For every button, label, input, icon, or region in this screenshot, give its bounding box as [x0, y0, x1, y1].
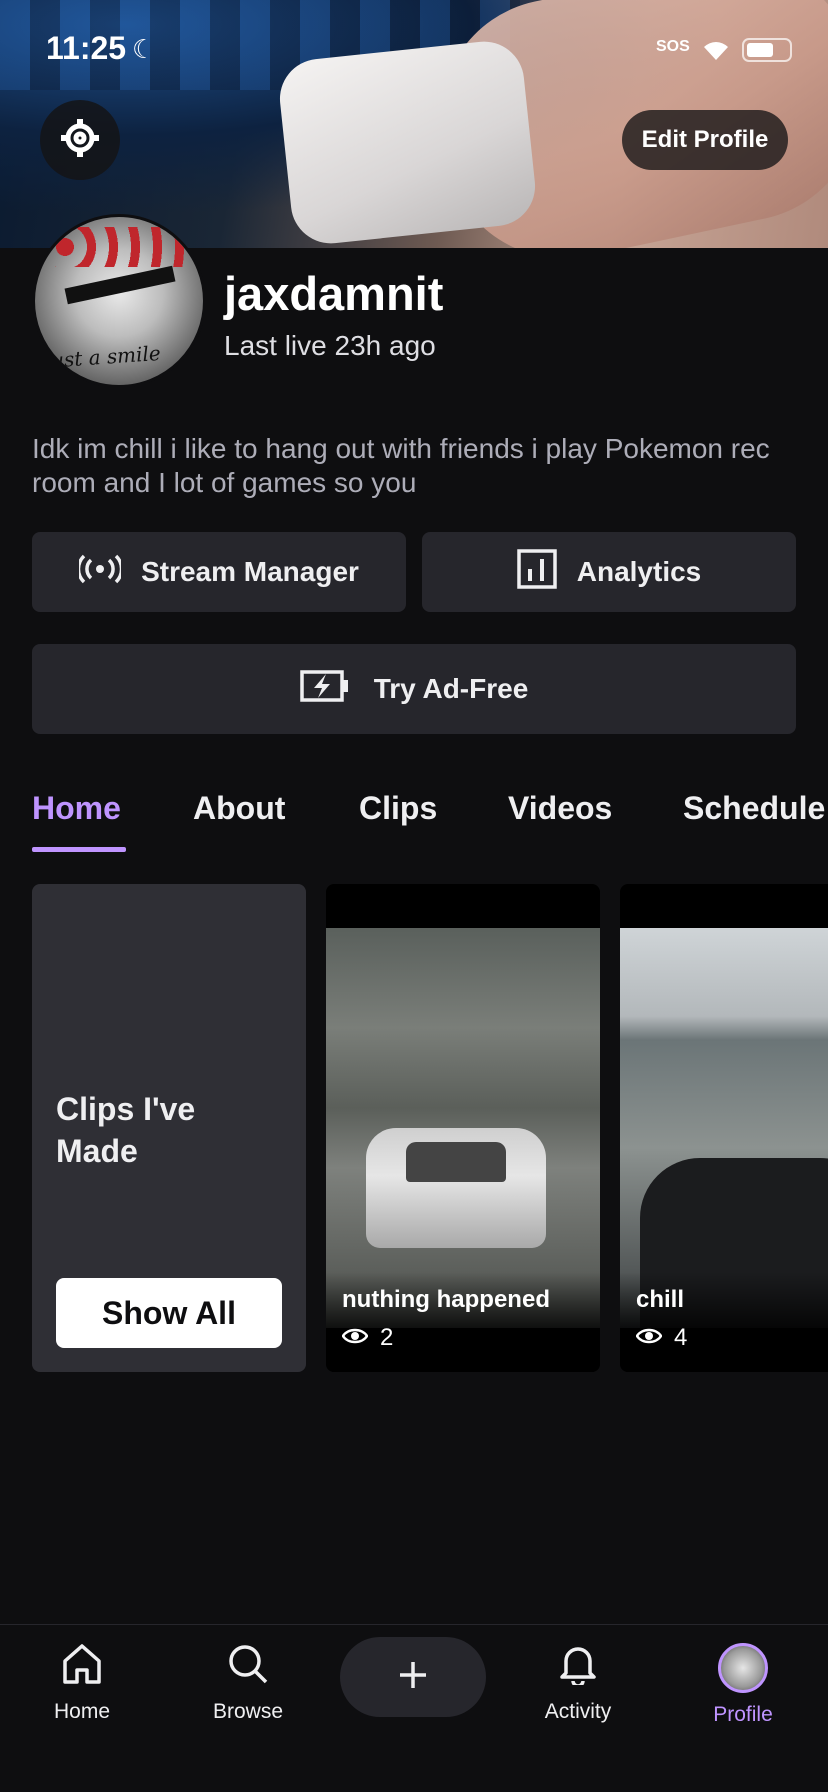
nav-activity[interactable]: Activity	[518, 1643, 638, 1724]
clip-thumbnail	[620, 928, 828, 1328]
profile-bio: Idk im chill i like to hang out with fri…	[32, 433, 770, 498]
clip-views: 2	[341, 1324, 394, 1352]
stream-manager-label: Stream Manager	[141, 556, 359, 587]
clips-carousel[interactable]: Clips I've Made Show All nuthing happene…	[0, 884, 828, 1372]
nav-home[interactable]: Home	[22, 1643, 142, 1724]
show-all-button[interactable]: Show All	[56, 1278, 282, 1348]
nav-home-label: Home	[53, 1700, 111, 1723]
tab-home[interactable]: Home	[32, 790, 121, 827]
nav-profile[interactable]: Profile	[683, 1643, 803, 1727]
wifi-icon	[700, 36, 732, 67]
tab-videos[interactable]: Videos	[508, 790, 612, 827]
search-icon	[227, 1645, 269, 1689]
analytics-button[interactable]: Analytics	[422, 532, 796, 612]
clip-thumbnail	[326, 928, 600, 1328]
analytics-label: Analytics	[576, 556, 702, 587]
try-ad-free-label: Try Ad-Free	[373, 673, 529, 704]
status-time: 11:25	[46, 30, 127, 66]
sos-indicator: SOS	[656, 38, 690, 55]
battery-bolt-icon	[299, 668, 350, 711]
plus-icon	[397, 1659, 429, 1696]
clip-view-count: 4	[674, 1324, 688, 1351]
battery-icon	[742, 38, 792, 62]
clip-title: nuthing happened	[342, 1286, 550, 1313]
avatar-caption: Just a smile	[42, 340, 162, 374]
nav-browse-label: Browse	[212, 1700, 284, 1723]
clip-view-count: 2	[380, 1324, 394, 1351]
create-button[interactable]	[340, 1637, 486, 1717]
bell-icon	[558, 1647, 598, 1689]
active-tab-indicator	[32, 847, 126, 852]
last-live-status: Last live 23h ago	[224, 330, 436, 361]
clip-title: chill	[636, 1286, 685, 1313]
home-icon	[62, 1644, 102, 1689]
stream-manager-button[interactable]: Stream Manager	[32, 532, 406, 612]
status-bar: 11:25 ☾ SOS	[0, 0, 828, 100]
tab-schedule[interactable]: Schedule	[683, 790, 825, 827]
tab-clips[interactable]: Clips	[359, 790, 437, 827]
clip-views: 4	[635, 1324, 688, 1352]
gear-icon	[59, 117, 101, 164]
nav-profile-label: Profile	[713, 1703, 773, 1726]
tab-about[interactable]: About	[193, 790, 285, 827]
try-ad-free-button[interactable]: Try Ad-Free	[32, 644, 796, 734]
clip-card[interactable]: nuthing happened 2	[326, 884, 600, 1372]
analytics-icon	[517, 548, 557, 596]
moon-icon: ☾	[132, 34, 156, 64]
clips-made-card: Clips I've Made Show All	[32, 884, 306, 1372]
edit-profile-button[interactable]: Edit Profile	[622, 110, 788, 170]
username: jaxdamnit	[224, 267, 444, 320]
bottom-navigation: Home Browse Activity Profile	[0, 1624, 828, 1792]
clips-section-title: Clips I've Made	[56, 1091, 196, 1169]
nav-browse[interactable]: Browse	[188, 1643, 308, 1724]
avatar[interactable]: Just a smile	[32, 214, 206, 388]
profile-tabs: Home About Clips Videos Schedule	[0, 780, 828, 852]
clip-card[interactable]: chill 4	[620, 884, 828, 1372]
broadcast-icon	[76, 554, 124, 591]
nav-profile-avatar	[718, 1643, 768, 1693]
settings-button[interactable]	[40, 100, 120, 180]
eye-icon	[341, 1324, 369, 1352]
nav-activity-label: Activity	[544, 1700, 612, 1723]
eye-icon	[635, 1324, 663, 1352]
